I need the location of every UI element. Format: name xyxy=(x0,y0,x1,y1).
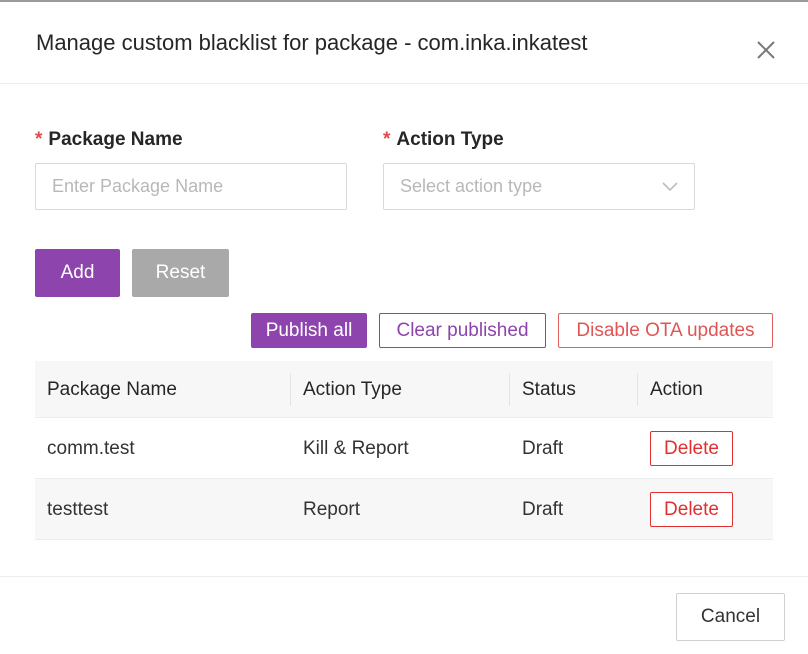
column-header-action: Action xyxy=(638,361,773,418)
cell-status: Draft xyxy=(510,418,637,479)
blacklist-table: Package Name Action Type Status Action c… xyxy=(35,361,773,540)
action-type-label: * Action Type xyxy=(383,129,504,151)
cell-package-name: testtest xyxy=(35,479,290,540)
delete-button[interactable]: Delete xyxy=(650,492,733,527)
table-header: Package Name Action Type Status Action xyxy=(35,361,773,418)
cell-status: Draft xyxy=(510,479,637,540)
modal-title: Manage custom blacklist for package - co… xyxy=(36,30,587,56)
reset-button[interactable]: Reset xyxy=(132,249,229,297)
cell-action-type: Kill & Report xyxy=(291,418,509,479)
disable-ota-updates-button[interactable]: Disable OTA updates xyxy=(558,313,773,348)
cell-package-name: comm.test xyxy=(35,418,290,479)
action-type-placeholder: Select action type xyxy=(400,176,542,197)
required-mark: * xyxy=(35,129,42,150)
close-icon[interactable] xyxy=(754,38,778,62)
table-row: testtest Report Draft Delete xyxy=(35,479,773,540)
column-header-status: Status xyxy=(510,361,637,418)
clear-published-button[interactable]: Clear published xyxy=(379,313,546,348)
delete-button[interactable]: Delete xyxy=(650,431,733,466)
table-row: comm.test Kill & Report Draft Delete xyxy=(35,418,773,479)
cancel-button[interactable]: Cancel xyxy=(676,593,785,641)
modal-header: Manage custom blacklist for package - co… xyxy=(0,2,808,84)
modal-footer: Cancel xyxy=(0,576,808,654)
column-header-package-name: Package Name xyxy=(35,361,290,418)
action-type-select[interactable]: Select action type xyxy=(383,163,695,210)
package-name-label-text: Package Name xyxy=(48,129,182,150)
chevron-down-icon xyxy=(662,180,678,192)
package-name-input[interactable] xyxy=(35,163,347,210)
column-header-action-type: Action Type xyxy=(291,361,509,418)
package-name-label: * Package Name xyxy=(35,129,183,151)
cell-action-type: Report xyxy=(291,479,509,540)
publish-all-button[interactable]: Publish all xyxy=(251,313,367,348)
add-button[interactable]: Add xyxy=(35,249,120,297)
blacklist-modal: Manage custom blacklist for package - co… xyxy=(0,0,808,652)
required-mark: * xyxy=(383,129,390,150)
action-type-label-text: Action Type xyxy=(396,129,503,150)
